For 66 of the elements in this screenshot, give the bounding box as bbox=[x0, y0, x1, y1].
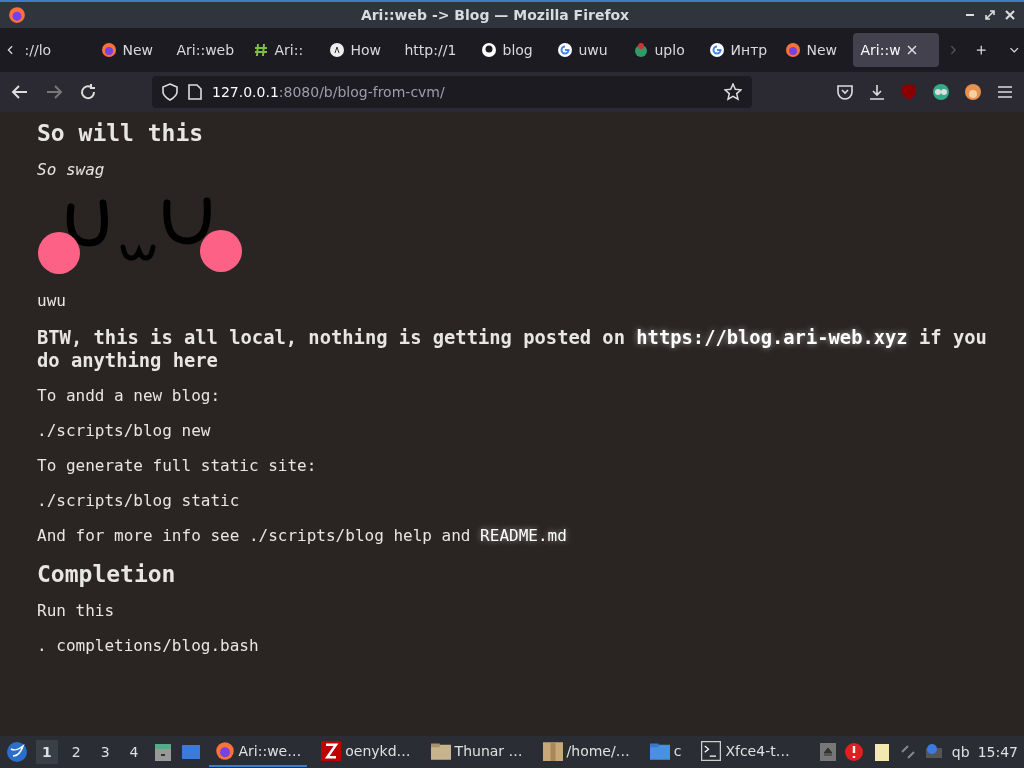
paragraph: uwu bbox=[37, 291, 67, 310]
desktop-icon[interactable] bbox=[180, 742, 201, 762]
address-field[interactable]: 127.0.0.1:8080/b/blog-from-cvm/ bbox=[152, 76, 752, 108]
heading: BTW, this is all local, nothing is getting posted on https://blog.ari-web.xyz if you do anything here bbox=[37, 326, 987, 372]
taskbar-window-button[interactable]: Ari::we… bbox=[208, 737, 308, 767]
workspace-button[interactable]: 1 bbox=[36, 740, 58, 764]
workspace-button[interactable]: 2 bbox=[65, 740, 87, 764]
firefox-icon bbox=[100, 42, 117, 58]
google-icon bbox=[708, 42, 725, 58]
browser-tab[interactable]: Ari::w bbox=[852, 33, 939, 67]
reload-icon[interactable] bbox=[78, 82, 98, 102]
alert-icon[interactable] bbox=[843, 742, 864, 762]
close-icon[interactable] bbox=[906, 45, 917, 55]
taskbar-window-button[interactable]: /home/… bbox=[536, 737, 636, 767]
browser-tab[interactable]: New bbox=[776, 33, 853, 67]
terminal-icon bbox=[701, 741, 722, 761]
browser-tab[interactable]: Интр bbox=[700, 33, 777, 67]
file-cabinet-icon[interactable] bbox=[152, 742, 173, 762]
browser-tab[interactable]: Ari::web bbox=[168, 33, 245, 67]
firefox-icon bbox=[784, 42, 801, 58]
glasses-extension-icon[interactable] bbox=[932, 83, 950, 101]
paragraph: So swag bbox=[37, 160, 106, 179]
paragraph: ./scripts/blog static bbox=[37, 491, 241, 510]
close-icon[interactable] bbox=[1004, 9, 1016, 21]
folder-icon bbox=[649, 741, 670, 761]
paragraph: Run this bbox=[37, 601, 116, 620]
folder-icon bbox=[430, 741, 451, 761]
circle-icon bbox=[328, 42, 345, 58]
taskbar-window-button[interactable]: Xfce4-t… bbox=[695, 737, 796, 767]
taskbar-window-button[interactable]: oenykd… bbox=[315, 737, 417, 767]
browser-tab[interactable]: blog bbox=[472, 33, 549, 67]
browser-tab[interactable]: http://1 bbox=[396, 33, 473, 67]
paragraph: ./scripts/blog new bbox=[37, 421, 212, 440]
paragraph: . completions/blog.bash bbox=[37, 636, 260, 655]
box-icon bbox=[542, 741, 563, 761]
firefox-icon bbox=[214, 741, 235, 761]
eject-icon[interactable] bbox=[819, 743, 836, 761]
heading: So will this bbox=[37, 120, 205, 146]
paragraph: And for more info see ./scripts/blog help and README.md bbox=[37, 526, 568, 545]
google-icon bbox=[556, 42, 573, 58]
taskbar-window-button[interactable]: c bbox=[643, 737, 688, 767]
maximize-icon[interactable] bbox=[984, 9, 996, 21]
shield-icon bbox=[162, 83, 178, 101]
star-icon[interactable] bbox=[724, 83, 742, 101]
browser-tab[interactable]: uplo bbox=[624, 33, 701, 67]
browser-tab[interactable]: Ari:: bbox=[244, 33, 321, 67]
browser-tab[interactable]: uwu bbox=[548, 33, 625, 67]
clock: 15:47 bbox=[977, 744, 1018, 760]
browser-tab[interactable]: How bbox=[320, 33, 397, 67]
pocket-icon[interactable] bbox=[836, 83, 854, 101]
browser-tab[interactable]: ://lo bbox=[16, 33, 93, 67]
window-title: Ari::web -> Blog — Mozilla Firefox bbox=[359, 7, 631, 23]
menu-icon[interactable] bbox=[996, 83, 1014, 101]
paragraph: To generate full static site: bbox=[37, 456, 318, 475]
tray-label[interactable]: qb bbox=[951, 744, 970, 760]
workspace-button[interactable]: 3 bbox=[94, 740, 116, 764]
heading: Completion bbox=[37, 561, 177, 587]
browser-tab[interactable]: New bbox=[92, 33, 169, 67]
paragraph: To andd a new blog: bbox=[37, 386, 222, 405]
hash-icon bbox=[252, 42, 269, 58]
download-icon[interactable] bbox=[868, 83, 886, 101]
workspace-button[interactable]: 4 bbox=[123, 740, 145, 764]
taskbar-window-button[interactable]: Thunar … bbox=[424, 737, 529, 767]
page-icon bbox=[188, 84, 202, 100]
filezilla-icon bbox=[321, 741, 342, 761]
firefox-icon bbox=[8, 6, 26, 24]
